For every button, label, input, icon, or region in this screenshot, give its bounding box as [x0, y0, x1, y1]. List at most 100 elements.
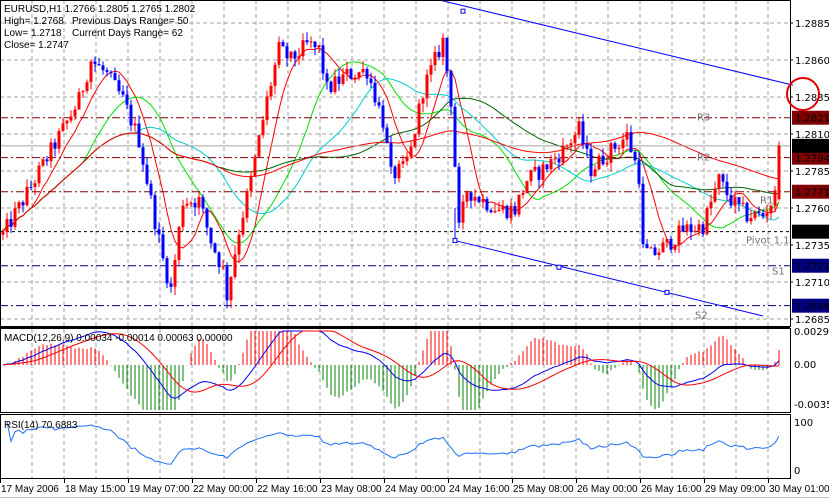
price-badge-label: 1.2744 [795, 228, 829, 239]
candle-bear [213, 243, 217, 253]
candle-bull [237, 234, 241, 255]
candle-bull [81, 91, 85, 93]
pivot-label: R2 [697, 153, 710, 164]
current-price-label: 1.2802 [795, 142, 829, 153]
symbol-line: EURUSD,H1 1.2766 1.2805 1.2765 1.2802 [4, 4, 196, 15]
candle-bull [577, 121, 581, 136]
candle-bull [769, 205, 773, 214]
price-tick-label: 1.2710 [795, 278, 829, 289]
candle-bear [557, 158, 561, 163]
candle-bull [57, 130, 61, 149]
price-tick-label: 1.2735 [795, 241, 829, 252]
candle-bear [93, 61, 97, 65]
candle-bear [305, 40, 309, 43]
candle-bear [729, 195, 733, 206]
candle-bull [85, 82, 89, 92]
candle-bull [301, 40, 305, 57]
candle-bull [517, 194, 521, 215]
candle-bull [353, 77, 357, 79]
candle-bull [521, 193, 525, 195]
candle-bear [217, 252, 221, 268]
price-tick-label: 1.2860 [795, 56, 829, 67]
candle-bull [405, 156, 409, 162]
candle-bull [605, 162, 609, 165]
candle-bull [773, 190, 777, 206]
candle-bear [377, 102, 381, 106]
candle-bear [513, 205, 517, 215]
candle-bear [105, 70, 109, 72]
candle-bull [565, 145, 569, 147]
candle-bull [549, 159, 553, 170]
time-label: 23 May 08:00 [321, 484, 382, 495]
candle-bull [677, 225, 681, 246]
candle-bear [477, 196, 481, 203]
candle-bear [449, 70, 453, 107]
candle-bear [585, 144, 589, 149]
candle-bear [485, 198, 489, 211]
candle-bull [685, 224, 689, 232]
candle-bear [165, 258, 169, 284]
candle-bear [745, 202, 749, 222]
candle-bull [713, 188, 717, 202]
candle-bull [5, 219, 9, 232]
rsi-label: RSI(14) 70.6883 [4, 420, 78, 431]
candle-bear [101, 65, 105, 71]
candle-bull [493, 211, 497, 213]
candle-bear [293, 51, 297, 59]
candle-bear [453, 106, 457, 167]
candle-bull [461, 201, 465, 223]
channel-handle [460, 8, 466, 14]
candle-bull [229, 276, 233, 301]
candle-bull [621, 139, 625, 149]
candle-bear [669, 238, 673, 250]
candle-bear [633, 152, 637, 161]
candle-bull [553, 158, 557, 160]
candle-bull [425, 74, 429, 99]
trading-chart[interactable]: R3R2R1Pivot 1.1S1S2 1.28851.28601.28351.… [0, 0, 829, 499]
candle-bull [417, 103, 421, 135]
candle-bull [197, 197, 201, 208]
time-label: 24 May 16:00 [449, 484, 510, 495]
candle-bull [277, 41, 281, 65]
candle-bull [317, 45, 321, 48]
candle-bull [697, 224, 701, 231]
candle-bear [645, 244, 649, 249]
candle-bear [145, 164, 149, 184]
candle-bull [657, 252, 661, 255]
candle-bull [233, 254, 237, 277]
candle-bull [69, 116, 73, 121]
candle-bear [129, 104, 133, 126]
candle-bull [273, 64, 277, 86]
candle-bear [381, 105, 385, 128]
candle-bear [209, 227, 213, 244]
candle-bear [505, 205, 509, 219]
price-tick-label: 1.2885 [795, 19, 829, 30]
candle-bear [125, 94, 129, 105]
candle-bear [349, 68, 353, 79]
candle-bull [173, 260, 177, 287]
candle-bear [169, 283, 173, 287]
time-label: 26 May 00:00 [577, 484, 638, 495]
time-label: 29 May 09:00 [705, 484, 766, 495]
candle-bull [41, 159, 45, 166]
candle-bull [441, 37, 445, 58]
candle-bull [333, 76, 337, 92]
candle-bear [445, 37, 449, 71]
candle-bear [141, 147, 145, 165]
candle-bull [297, 56, 301, 59]
candle-bull [749, 218, 753, 222]
candle-bull [569, 143, 573, 146]
candle-bull [341, 74, 345, 84]
candle-bull [25, 186, 29, 206]
pivot-label: S1 [772, 267, 785, 278]
candle-bull [409, 146, 413, 157]
candle-bull [673, 245, 677, 250]
chart-info: EURUSD,H1 1.2766 1.2805 1.2765 1.2802 Hi… [4, 4, 233, 431]
price-badge-label: 1.2794 [795, 154, 829, 165]
price-tick-label: 1.2760 [795, 204, 829, 215]
candle-bear [589, 148, 593, 177]
candle-bull [177, 226, 181, 261]
candle-bear [641, 183, 645, 245]
candle-bear [653, 247, 657, 255]
candle-bull [705, 208, 709, 235]
